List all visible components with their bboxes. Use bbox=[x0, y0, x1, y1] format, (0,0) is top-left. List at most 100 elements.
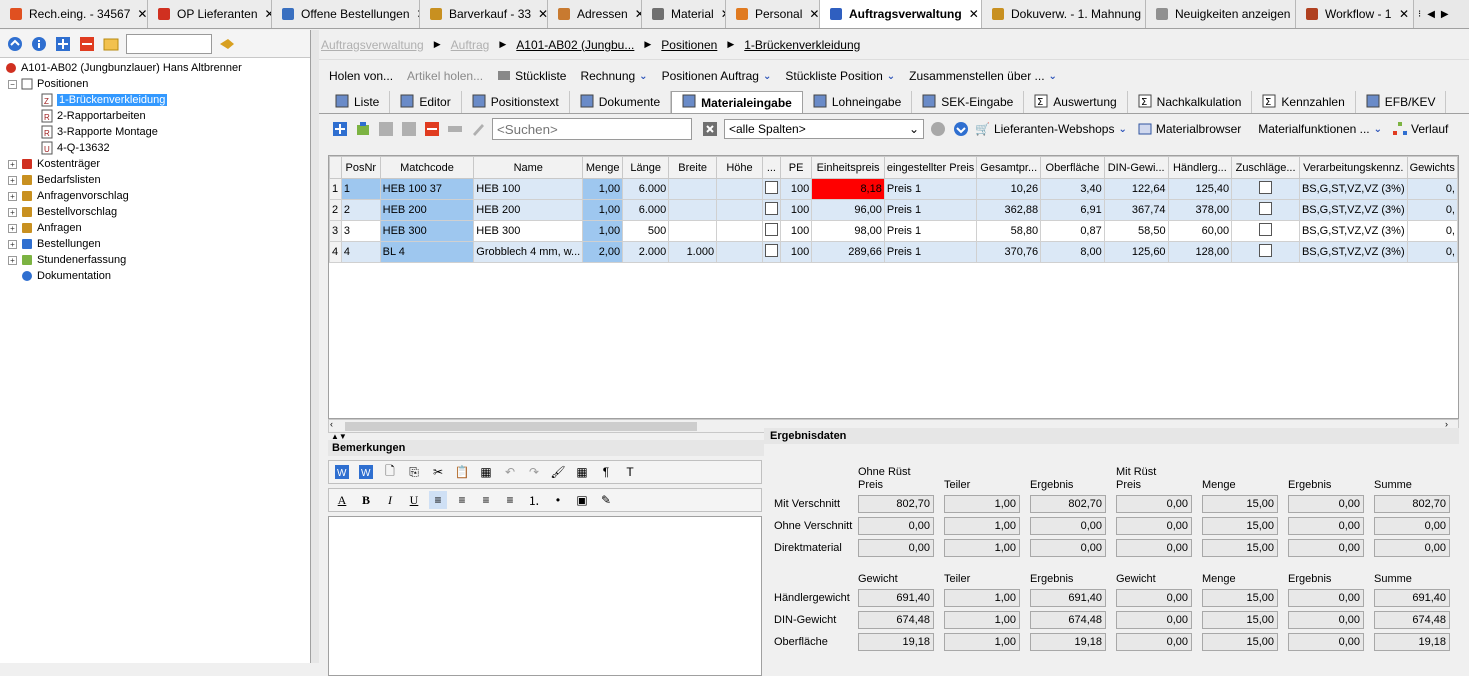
view-tab[interactable]: Positionstext bbox=[462, 91, 570, 113]
column-header[interactable]: Händlerg... bbox=[1167, 156, 1233, 179]
tree-node-section[interactable]: Dokumentation bbox=[4, 268, 310, 284]
close-icon[interactable]: ✕ bbox=[538, 7, 547, 21]
folder-icon[interactable] bbox=[102, 35, 120, 53]
breadcrumb-item[interactable]: Auftrag bbox=[451, 38, 490, 52]
table-row[interactable]: 2 2 HEB 200 HEB 200 1,00 6.000 100 96,00 Preis 1… bbox=[329, 199, 1458, 221]
close-icon[interactable]: ✕ bbox=[969, 7, 979, 21]
word-export-icon[interactable]: W bbox=[357, 463, 375, 481]
cell-din[interactable]: 125,60 bbox=[1103, 241, 1169, 263]
column-header[interactable]: Gesamtpr... bbox=[976, 156, 1042, 179]
column-header[interactable]: Einheitspreis bbox=[811, 156, 885, 179]
row-checkbox[interactable] bbox=[1259, 202, 1273, 215]
align-center-icon[interactable]: ≡ bbox=[453, 491, 471, 509]
cell-pe[interactable]: 100 bbox=[779, 199, 813, 221]
tree-node-section[interactable]: + Kostenträger bbox=[4, 156, 310, 172]
redo-icon[interactable]: ↷ bbox=[525, 463, 543, 481]
expand-icon[interactable]: + bbox=[8, 159, 17, 169]
document-tab[interactable]: Offene Bestellungen✕ bbox=[272, 0, 420, 28]
numbered-list-icon[interactable]: ⒈ bbox=[525, 491, 543, 509]
navigate-up-icon[interactable] bbox=[6, 35, 24, 53]
cell-einheitspreis[interactable]: 289,66 bbox=[811, 241, 885, 263]
tree-node-positionen[interactable]: − Positionen bbox=[4, 76, 310, 92]
row-number[interactable]: 2 bbox=[329, 199, 342, 221]
collapse-icon[interactable]: − bbox=[8, 79, 17, 89]
row-checkbox[interactable] bbox=[1259, 223, 1273, 236]
paragraph-icon[interactable]: ¶ bbox=[597, 463, 615, 481]
tab-overflow-icon[interactable]: ⁝ bbox=[1418, 9, 1421, 20]
menu-item[interactable]: Rechnung ⌄ bbox=[580, 69, 647, 83]
view-tab[interactable]: Editor bbox=[390, 91, 462, 113]
cell-preis[interactable]: Preis 1 bbox=[883, 220, 978, 242]
breadcrumb-item[interactable]: 1-Brückenverkleidung bbox=[744, 38, 860, 52]
cell-matchcode[interactable]: HEB 100 37 bbox=[379, 178, 475, 200]
checkbox-cell[interactable] bbox=[761, 178, 781, 200]
cell-hoehe[interactable] bbox=[716, 178, 763, 200]
column-header[interactable]: Verarbeitungskennz. bbox=[1298, 156, 1408, 179]
cell-oberflaeche[interactable]: 6,91 bbox=[1040, 199, 1105, 221]
cell-laenge[interactable]: 500 bbox=[622, 220, 670, 242]
cell-verarb[interactable]: BS,G,ST,VZ,VZ (3%) bbox=[1298, 241, 1408, 263]
menu-item[interactable]: Holen von... bbox=[329, 69, 393, 83]
menu-item[interactable]: Positionen Auftrag ⌄ bbox=[662, 69, 772, 83]
justify-icon[interactable]: ≡ bbox=[501, 491, 519, 509]
remove-icon[interactable] bbox=[78, 35, 96, 53]
view-tab[interactable]: Σ Kennzahlen bbox=[1252, 91, 1356, 113]
column-header[interactable]: DIN-Gewi... bbox=[1103, 156, 1169, 179]
cell-haendler[interactable]: 60,00 bbox=[1167, 220, 1233, 242]
cell-verarb[interactable]: BS,G,ST,VZ,VZ (3%) bbox=[1298, 220, 1408, 242]
document-tab[interactable]: Barverkauf - 33 ✕ bbox=[420, 0, 548, 28]
cancel-icon[interactable] bbox=[400, 120, 418, 138]
column-header[interactable]: Matchcode bbox=[379, 156, 475, 179]
tree-node-section[interactable]: + Stundenerfassung bbox=[4, 252, 310, 268]
column-header[interactable]: PosNr bbox=[340, 156, 381, 179]
row-checkbox[interactable] bbox=[764, 244, 778, 257]
tree-node-section[interactable]: + Bedarfslisten bbox=[4, 172, 310, 188]
row-number[interactable]: 3 bbox=[329, 220, 342, 242]
row-number[interactable]: 1 bbox=[329, 178, 342, 200]
bold-icon[interactable]: B bbox=[357, 491, 375, 509]
info-icon[interactable] bbox=[30, 35, 48, 53]
row-checkbox[interactable] bbox=[1259, 181, 1273, 194]
expand-icon[interactable]: + bbox=[8, 175, 17, 185]
tree-item-position[interactable]: R 3-Rapporte Montage bbox=[4, 124, 310, 140]
remarks-editor[interactable] bbox=[328, 516, 762, 676]
cell-hoehe[interactable] bbox=[716, 220, 763, 242]
view-tab[interactable]: Materialeingabe bbox=[671, 91, 803, 113]
undo-icon[interactable]: ↶ bbox=[501, 463, 519, 481]
tree-item-position[interactable]: Z 1-Brückenverkleidung bbox=[4, 92, 310, 108]
checkbox-cell[interactable] bbox=[761, 199, 781, 221]
cell-oberflaeche[interactable]: 3,40 bbox=[1040, 178, 1105, 200]
clear-search-icon[interactable] bbox=[701, 120, 719, 138]
cell-menge[interactable]: 1,00 bbox=[582, 220, 624, 242]
cell-name[interactable]: HEB 200 bbox=[473, 199, 584, 221]
table-row[interactable]: 1 1 HEB 100 37 HEB 100 1,00 6.000 100 8,18 Preis… bbox=[329, 178, 1458, 200]
verlauf-button[interactable]: Verlauf bbox=[1393, 122, 1448, 136]
cell-matchcode[interactable]: BL 4 bbox=[379, 241, 475, 263]
expand-icon[interactable]: + bbox=[8, 207, 17, 217]
column-header[interactable]: Breite bbox=[668, 156, 718, 179]
row-checkbox[interactable] bbox=[764, 202, 778, 215]
cell-breite[interactable] bbox=[668, 178, 718, 200]
view-tab[interactable]: Σ Auswertung bbox=[1024, 91, 1128, 113]
column-header[interactable]: Zuschläge... bbox=[1231, 156, 1300, 179]
cell-einheitspreis[interactable]: 96,00 bbox=[811, 199, 885, 221]
cell-gesamt[interactable]: 362,88 bbox=[976, 199, 1042, 221]
paste-icon[interactable]: 📋 bbox=[453, 463, 471, 481]
add-row-icon[interactable] bbox=[331, 120, 349, 138]
table-row[interactable]: 4 4 BL 4 Grobblech 4 mm, w... 2,00 2.000 1.000… bbox=[329, 241, 1458, 263]
menu-item[interactable]: Artikel holen... bbox=[407, 69, 483, 83]
italic-icon[interactable]: I bbox=[381, 491, 399, 509]
cell-din[interactable]: 58,50 bbox=[1103, 220, 1169, 242]
cell-haendler[interactable]: 128,00 bbox=[1167, 241, 1233, 263]
tree-node-section[interactable]: + Anfragen bbox=[4, 220, 310, 236]
view-tab[interactable]: Lohneingabe bbox=[803, 91, 913, 113]
cell-hoehe[interactable] bbox=[716, 199, 763, 221]
cell-posnr[interactable]: 2 bbox=[340, 199, 381, 221]
cell-posnr[interactable]: 4 bbox=[340, 241, 381, 263]
materialfunktionen-button[interactable]: Materialfunktionen ... ⌄ bbox=[1258, 122, 1382, 136]
align-left-icon[interactable]: ≡ bbox=[429, 491, 447, 509]
column-header[interactable]: Höhe bbox=[716, 156, 763, 179]
cell-matchcode[interactable]: HEB 200 bbox=[379, 199, 475, 221]
cell-name[interactable]: Grobblech 4 mm, w... bbox=[473, 241, 584, 263]
cell-laenge[interactable]: 6.000 bbox=[622, 199, 670, 221]
